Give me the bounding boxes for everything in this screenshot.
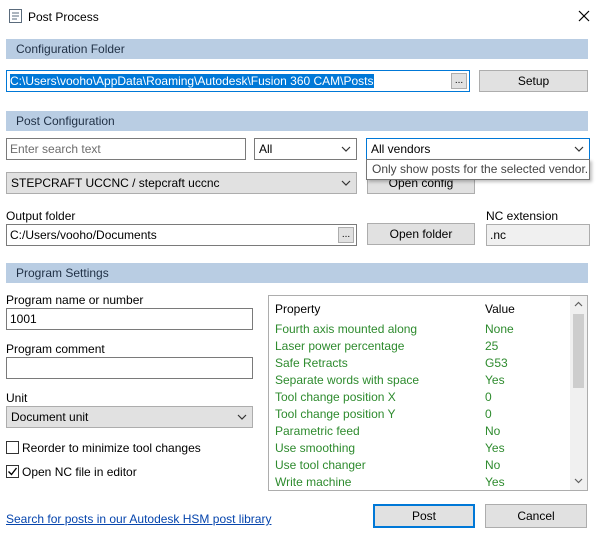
chevron-down-icon <box>341 180 351 186</box>
property-value: Yes <box>485 441 505 455</box>
close-button[interactable] <box>566 0 602 32</box>
property-name: Parametric feed <box>275 424 360 438</box>
vendor-tooltip: Only show posts for the selected vendor. <box>366 159 590 180</box>
reorder-label: Reorder to minimize tool changes <box>22 441 201 455</box>
chevron-down-icon <box>237 414 247 420</box>
chevron-down-icon <box>574 146 584 152</box>
filter-value: All <box>259 142 273 156</box>
property-name: Fourth axis mounted along <box>275 322 418 336</box>
chevron-down-icon <box>341 146 351 152</box>
post-processor-value: STEPCRAFT UCCNC / stepcraft uccnc <box>11 176 220 190</box>
checkmark-icon <box>8 467 18 476</box>
window-title: Post Process <box>28 10 99 24</box>
program-comment-input[interactable] <box>6 357 253 379</box>
property-value: No <box>485 458 501 472</box>
property-name: Separate words with space <box>275 373 420 387</box>
output-folder-label: Output folder <box>6 209 76 223</box>
setup-button[interactable]: Setup <box>479 70 588 92</box>
open-folder-button[interactable]: Open folder <box>367 223 475 245</box>
nc-extension-value: .nc <box>490 228 507 242</box>
program-name-input[interactable]: 1001 <box>6 308 253 330</box>
config-folder-browse-button[interactable]: ... <box>451 73 467 89</box>
property-value: 0 <box>485 407 492 421</box>
nc-extension-label: NC extension <box>486 209 559 223</box>
scrollbar-thumb[interactable] <box>573 314 584 388</box>
output-folder-browse-button[interactable]: ... <box>338 227 354 243</box>
property-name: Laser power percentage <box>275 339 405 353</box>
output-folder-value: C:/Users/vooho/Documents <box>10 228 157 242</box>
program-comment-label: Program comment <box>6 342 105 356</box>
property-value: No <box>485 424 501 438</box>
property-name: Safe Retracts <box>275 356 348 370</box>
property-grid-scrollbar[interactable] <box>570 296 587 490</box>
scroll-down-icon[interactable] <box>574 478 583 484</box>
scroll-up-icon[interactable] <box>574 301 583 307</box>
property-row[interactable]: Separate words with space Yes <box>269 373 571 390</box>
property-value: 25 <box>485 339 499 353</box>
config-folder-path-text: C:\Users\vooho\AppData\Roaming\Autodesk\… <box>10 74 374 88</box>
output-folder-field[interactable]: C:/Users/vooho/Documents <box>6 224 357 246</box>
property-name: Use tool changer <box>275 458 366 472</box>
vendor-select[interactable]: All vendors <box>366 138 590 160</box>
filter-select[interactable]: All <box>254 138 357 160</box>
section-program-settings: Program Settings <box>6 263 588 283</box>
config-folder-path-field[interactable]: C:\Users\vooho\AppData\Roaming\Autodesk\… <box>6 70 470 92</box>
property-row[interactable]: Fourth axis mounted along None <box>269 322 571 339</box>
program-name-label: Program name or number <box>6 293 144 307</box>
vendor-value: All vendors <box>371 142 431 156</box>
post-library-link[interactable]: Search for posts in our Autodesk HSM pos… <box>6 512 271 526</box>
close-icon <box>578 10 590 22</box>
search-input[interactable]: Enter search text <box>6 138 246 160</box>
post-button[interactable]: Post <box>373 504 475 528</box>
property-grid-header: Property Value <box>269 296 571 320</box>
property-name: Tool change position X <box>275 390 396 404</box>
property-row[interactable]: Use smoothing Yes <box>269 441 571 458</box>
cancel-button[interactable]: Cancel <box>485 504 587 528</box>
section-post-configuration: Post Configuration <box>6 111 588 131</box>
property-name: Use smoothing <box>275 441 356 455</box>
property-row[interactable]: Tool change position X 0 <box>269 390 571 407</box>
property-value: 0 <box>485 390 492 404</box>
unit-select[interactable]: Document unit <box>6 406 253 428</box>
column-header-property: Property <box>275 302 321 316</box>
property-row[interactable]: Tool change position Y 0 <box>269 407 571 424</box>
property-grid[interactable]: Property Value Fourth axis mounted along… <box>268 295 588 491</box>
post-processor-select[interactable]: STEPCRAFT UCCNC / stepcraft uccnc <box>6 172 357 194</box>
property-row[interactable]: Laser power percentage 25 <box>269 339 571 356</box>
property-row[interactable]: Parametric feed No <box>269 424 571 441</box>
property-row[interactable]: Use tool changer No <box>269 458 571 475</box>
program-name-value: 1001 <box>10 312 37 326</box>
open-nc-checkbox[interactable] <box>6 465 19 478</box>
section-configuration-folder: Configuration Folder <box>6 39 588 59</box>
open-nc-label: Open NC file in editor <box>22 465 137 479</box>
property-value: Yes <box>485 373 505 387</box>
property-value: None <box>485 322 514 336</box>
search-placeholder: Enter search text <box>10 142 101 156</box>
property-row[interactable]: Safe Retracts G53 <box>269 356 571 373</box>
nc-extension-field[interactable]: .nc <box>486 224 590 246</box>
property-name: Tool change position Y <box>275 407 396 421</box>
property-value: Yes <box>485 475 505 489</box>
property-name: Write machine <box>275 475 352 489</box>
app-icon <box>9 9 22 23</box>
unit-value: Document unit <box>11 410 89 424</box>
property-row[interactable]: Write machine Yes <box>269 475 571 490</box>
property-value: G53 <box>485 356 508 370</box>
reorder-checkbox[interactable] <box>6 441 19 454</box>
column-header-value: Value <box>485 302 515 316</box>
unit-label: Unit <box>6 391 28 405</box>
